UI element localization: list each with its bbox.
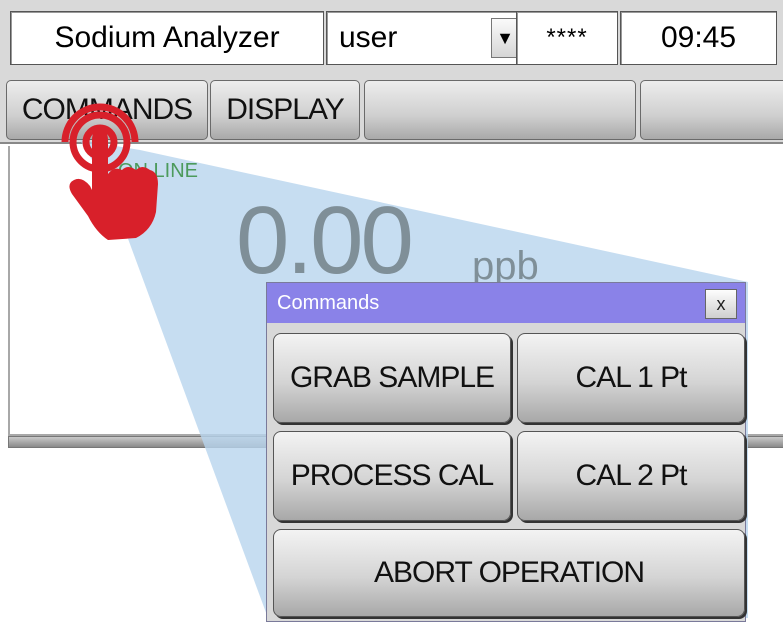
tap-hand-icon (61, 103, 158, 240)
tab-empty-1[interactable] (364, 80, 636, 140)
tab-display[interactable]: DISPLAY (210, 80, 360, 140)
cal-1pt-button[interactable]: CAL 1 Pt (517, 333, 745, 423)
user-select[interactable]: user ▼ (326, 11, 524, 65)
dropdown-arrow-icon[interactable]: ▼ (491, 18, 519, 58)
clock: 09:45 (620, 11, 777, 65)
grab-sample-button[interactable]: GRAB SAMPLE (273, 333, 511, 423)
app-title: Sodium Analyzer (10, 11, 324, 65)
top-status-bar: Sodium Analyzer user ▼ **** 09:45 (0, 0, 783, 74)
close-icon[interactable]: x (705, 289, 737, 319)
commands-dialog: Commands x GRAB SAMPLE CAL 1 Pt PROCESS … (266, 282, 746, 622)
dialog-title: Commands (277, 291, 380, 314)
cal-2pt-button[interactable]: CAL 2 Pt (517, 431, 745, 521)
user-select-value: user (339, 21, 398, 54)
abort-operation-button[interactable]: ABORT OPERATION (273, 529, 745, 617)
process-cal-button[interactable]: PROCESS CAL (273, 431, 511, 521)
reading-value: 0.00 (236, 187, 414, 294)
dialog-title-bar: Commands (267, 283, 745, 323)
tab-empty-2[interactable] (640, 80, 783, 140)
password-field[interactable]: **** (516, 11, 618, 65)
